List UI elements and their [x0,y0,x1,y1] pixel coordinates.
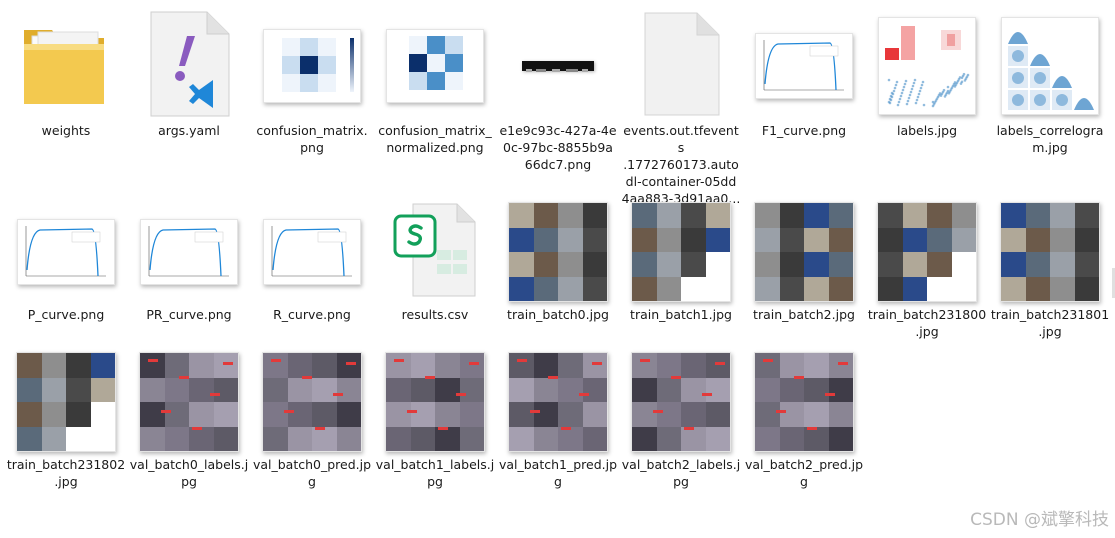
file-name-line: pg [427,474,443,489]
file-thumbnail[interactable] [10,10,122,122]
file-name: events.out.tfevents .1772760173.auto dl-co… [621,122,741,207]
file-name-line: val_batch0_labels.j [129,457,249,472]
file-thumbnail[interactable] [256,346,368,458]
file-name-line: val_batch2_labels.j [621,457,741,472]
file-name-line: g [554,474,562,489]
file-name-line: val_batch1_pred.jp [498,457,618,472]
file-name: train_batch231802 .jpg [6,456,126,490]
file-name-line: P_curve.png [27,307,105,322]
file-name-line: train_batch0.jpg [507,307,609,322]
watermark: CSDN @斌擎科技 [970,510,1109,530]
file-grid: weights args.yaml confusion_matrix. png co… [0,0,1115,538]
file-name-line: 0c-97bc-8855b9a [503,140,613,155]
file-name: confusion_matrix.png [252,122,372,156]
file-name-line: val_batch2_pred.jp [744,457,864,472]
file-thumbnail[interactable] [256,10,368,122]
file-name: val_batch0_pred.jpg [252,456,372,490]
file-thumbnail[interactable] [133,346,245,458]
file-name: val_batch2_pred.jpg [744,456,864,490]
file-name-line: train_batch231801 [990,307,1110,322]
file-name: R_curve.png [252,306,372,323]
file-thumbnail[interactable] [502,196,614,308]
file-thumbnail[interactable] [10,346,122,458]
file-name: train_batch231801 .jpg [990,306,1110,340]
file-name: train_batch2.jpg [744,306,864,323]
file-name-line: g [800,474,808,489]
file-name-line: normalized.png [386,140,484,155]
file-thumbnail[interactable] [748,346,860,458]
yaml-file-icon [147,10,231,122]
file-thumbnail[interactable] [871,10,983,122]
file-name-line: png [300,140,324,155]
file-thumbnail[interactable] [379,346,491,458]
file-name: confusion_matrix_ normalized.png [375,122,495,156]
file-name-line: .1772760173.auto [623,157,739,172]
excel-csv-icon [393,200,477,304]
file-name-line: val_batch1_labels.j [375,457,495,472]
blank-file-icon [641,11,721,121]
file-name: weights [6,122,126,139]
file-name-line: g [308,474,316,489]
file-thumbnail[interactable] [502,346,614,458]
file-name: labels.jpg [867,122,987,139]
file-name-line: weights [41,123,91,138]
folder-icon [18,18,114,114]
file-thumbnail[interactable] [748,196,860,308]
file-thumbnail[interactable] [994,196,1106,308]
file-name: results.csv [375,306,495,323]
file-name: val_batch2_labels.jpg [621,456,741,490]
file-name-line: .jpg [54,474,78,489]
file-name-line: args.yaml [158,123,220,138]
file-name: train_batch1.jpg [621,306,741,323]
file-name: F1_curve.png [744,122,864,139]
file-name-line: .jpg [1038,324,1062,339]
file-name-line: PR_curve.png [146,307,232,322]
file-thumbnail[interactable] [994,10,1106,122]
file-name-line: F1_curve.png [761,123,847,138]
file-name-line: confusion_matrix_ [378,123,492,138]
file-name-line: m.jpg [1032,140,1068,155]
file-name: P_curve.png [6,306,126,323]
file-name: e1e9c93c-427a-4e 0c-97bc-8855b9a 66dc7.png [498,122,618,173]
file-name-line: labels_correlogra [996,123,1104,138]
file-name: val_batch0_labels.jpg [129,456,249,490]
file-name-line: train_batch2.jpg [753,307,855,322]
file-name: train_batch231800 .jpg [867,306,987,340]
file-name-line: confusion_matrix. [256,123,368,138]
file-name-line: train_batch1.jpg [630,307,732,322]
file-name: PR_curve.png [129,306,249,323]
file-thumbnail[interactable] [625,10,737,122]
file-name: val_batch1_pred.jpg [498,456,618,490]
file-thumbnail[interactable] [256,196,368,308]
file-thumbnail[interactable] [871,196,983,308]
file-name-line: train_batch231800 [867,307,987,322]
file-name-line: train_batch231802 [6,457,126,472]
file-thumbnail[interactable] [379,10,491,122]
file-thumbnail[interactable] [502,10,614,122]
file-name-line: R_curve.png [273,307,351,322]
file-name: train_batch0.jpg [498,306,618,323]
file-name-line: e1e9c93c-427a-4e [499,123,617,138]
file-name-line: pg [181,474,197,489]
file-name: labels_correlogra m.jpg [990,122,1110,156]
file-name: args.yaml [129,122,249,139]
file-name-line: events.out.tfevents [623,123,739,155]
file-thumbnail[interactable] [625,346,737,458]
file-thumbnail[interactable] [133,10,245,122]
file-name-line: results.csv [401,307,469,322]
file-thumbnail[interactable] [379,196,491,308]
file-name-line: pg [673,474,689,489]
file-name-line: 66dc7.png [524,157,592,172]
file-name-line: labels.jpg [896,123,958,138]
file-name-line: .jpg [915,324,939,339]
file-name: val_batch1_labels.jpg [375,456,495,490]
file-thumbnail[interactable] [748,10,860,122]
file-thumbnail[interactable] [10,196,122,308]
file-thumbnail[interactable] [625,196,737,308]
file-name-line: val_batch0_pred.jp [252,457,372,472]
file-thumbnail[interactable] [133,196,245,308]
file-name-line: dl-container-05dd [625,174,737,189]
